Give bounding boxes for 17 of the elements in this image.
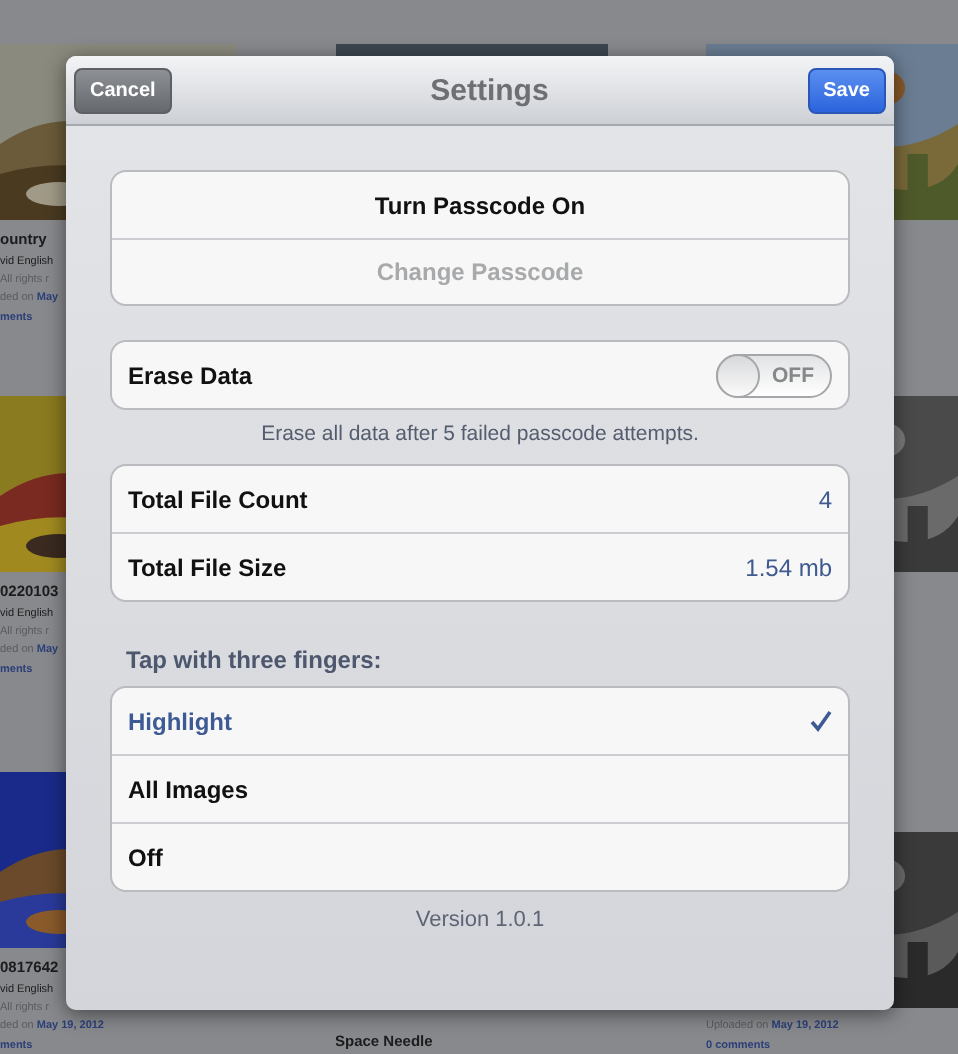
dialog-title: Settings <box>430 73 549 107</box>
option-item[interactable]: All Images <box>112 754 848 822</box>
option-item[interactable]: Off <box>112 822 848 890</box>
erase-label: Erase Data <box>128 361 253 389</box>
version-text: Version 1.0.1 <box>413 908 547 932</box>
erase-switch[interactable]: OFF <box>716 353 832 397</box>
save-button[interactable]: Save <box>807 67 886 113</box>
stat-value: 1.54 mb <box>745 553 832 581</box>
erase-note: Erase all data after 5 failed passcode attempts. <box>259 422 701 446</box>
cancel-button[interactable]: Cancel <box>74 67 172 113</box>
passcode-button[interactable]: Turn Passcode On <box>112 172 848 238</box>
section-header: Tap with three fingers: <box>126 646 384 674</box>
checkmark-icon <box>810 710 832 732</box>
stat-label: Total File Size <box>128 553 287 581</box>
option-item[interactable]: Highlight <box>112 688 848 754</box>
stat-value: 4 <box>818 485 832 513</box>
stat-label: Total File Count <box>128 485 308 513</box>
